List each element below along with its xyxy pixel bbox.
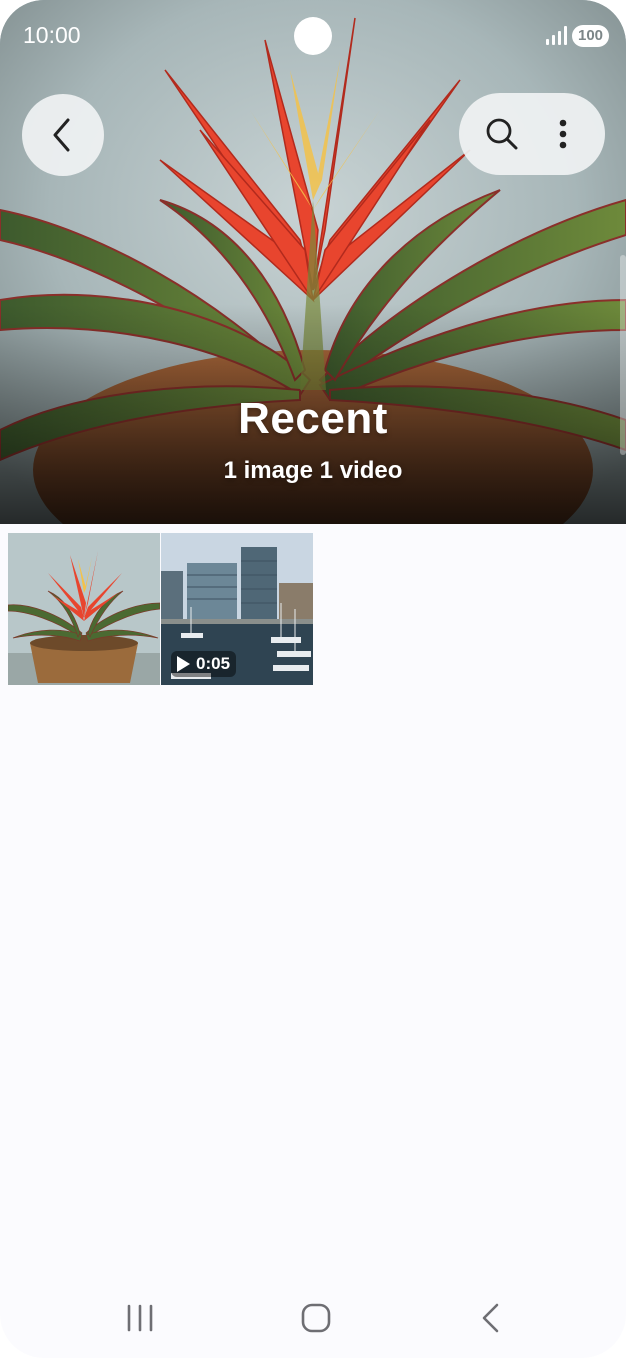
signal-icon bbox=[546, 26, 568, 45]
media-thumbnail-video[interactable]: 0:05 bbox=[161, 533, 313, 685]
status-time: 10:00 bbox=[23, 22, 81, 48]
gallery-album-screen: Recent 1 image 1 video 10:00 100 0:05 bbox=[0, 0, 626, 1358]
recent-apps-button[interactable] bbox=[110, 1294, 170, 1342]
more-vertical-icon bbox=[559, 119, 567, 149]
edge-panel-handle[interactable] bbox=[620, 255, 626, 455]
video-duration-badge: 0:05 bbox=[171, 651, 237, 677]
toolbar-actions bbox=[459, 93, 605, 175]
video-duration: 0:05 bbox=[196, 654, 231, 673]
back-button[interactable] bbox=[22, 94, 104, 176]
back-icon bbox=[482, 1303, 499, 1333]
front-camera-cutout bbox=[294, 17, 332, 55]
status-bar: 10:00 100 bbox=[0, 0, 626, 70]
chevron-left-icon bbox=[53, 118, 70, 152]
album-item-count: 1 image 1 video bbox=[223, 457, 403, 484]
play-icon bbox=[177, 656, 190, 672]
home-button[interactable] bbox=[286, 1294, 346, 1342]
more-options-button[interactable] bbox=[539, 107, 587, 161]
battery-icon: 100 bbox=[572, 25, 609, 47]
album-title: Recent bbox=[238, 394, 388, 443]
media-grid: 0:05 bbox=[8, 533, 314, 685]
media-thumbnail-image[interactable] bbox=[8, 533, 160, 685]
search-icon bbox=[486, 118, 518, 150]
album-cover-header: Recent 1 image 1 video bbox=[0, 0, 626, 524]
system-nav-bar bbox=[0, 1280, 626, 1358]
search-button[interactable] bbox=[475, 107, 529, 161]
home-icon bbox=[301, 1303, 331, 1333]
recent-apps-icon bbox=[127, 1304, 153, 1332]
plant-thumbnail bbox=[8, 533, 160, 685]
system-back-button[interactable] bbox=[460, 1294, 520, 1342]
